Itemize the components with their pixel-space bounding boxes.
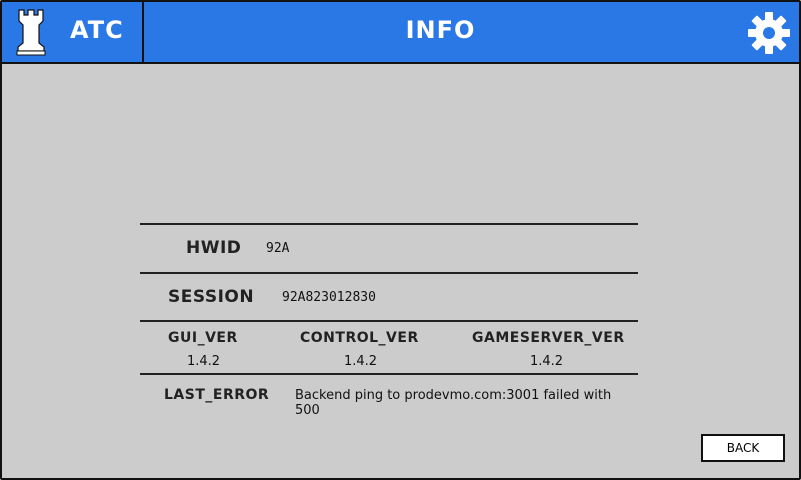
hwid-label: HWID [186, 238, 242, 258]
chess-rook-icon [16, 9, 46, 56]
divider [140, 272, 638, 274]
last-error-label: LAST_ERROR [164, 387, 270, 403]
back-button[interactable]: BACK [701, 434, 785, 462]
header-bar: ATC INFO [2, 2, 799, 64]
gameserver-ver-label: GAMESERVER_VER [472, 330, 625, 346]
control-ver-value: 1.4.2 [344, 354, 378, 369]
info-panel: HWID 92A SESSION 92A823012830 GUI_VER 1.… [140, 223, 640, 418]
control-ver-label: CONTROL_VER [300, 330, 419, 346]
last-error-value: Backend ping to prodevmo.com:3001 failed… [295, 388, 612, 418]
settings-button[interactable] [747, 11, 791, 55]
brand-title: ATC [70, 16, 124, 44]
session-label: SESSION [168, 287, 255, 307]
hwid-value: 92A [266, 241, 290, 256]
app-window: ATC INFO HWID 92A SESSION 92A823012830 G… [0, 0, 801, 480]
page-title: INFO [405, 16, 476, 44]
divider [140, 373, 638, 375]
brand: ATC [2, 2, 144, 62]
divider [140, 320, 638, 322]
gui-ver-value: 1.4.2 [187, 354, 221, 369]
session-value: 92A823012830 [282, 290, 376, 305]
gear-icon [748, 12, 790, 54]
gameserver-ver-value: 1.4.2 [530, 354, 564, 369]
divider [140, 223, 638, 225]
gui-ver-label: GUI_VER [168, 330, 238, 346]
